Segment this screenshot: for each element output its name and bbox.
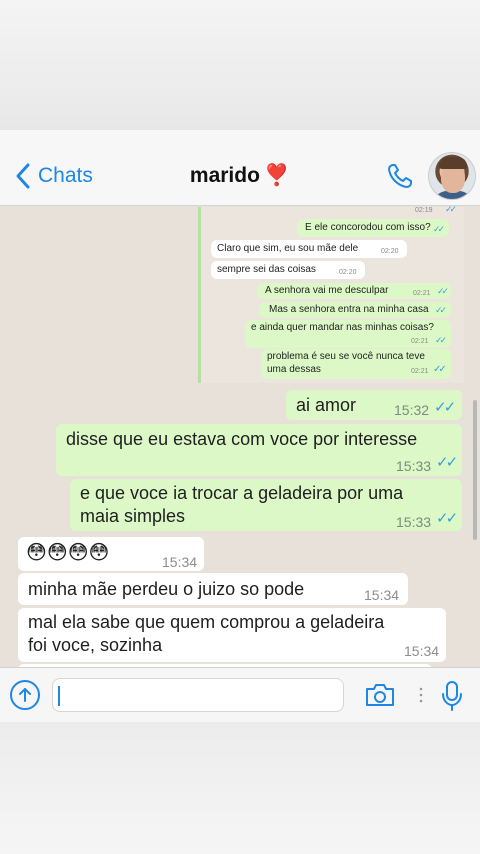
blurred-top-background	[0, 0, 480, 130]
embedded-message-out: A senhora vai me desculpar 02:21 ✓✓	[257, 283, 451, 299]
message-in[interactable]: mal ela sabe que quem comprou a geladeir…	[18, 608, 446, 662]
blurred-bottom-background	[0, 722, 480, 854]
embedded-message-in: sempre sei das coisas 02:20	[211, 261, 365, 279]
message-out[interactable]: ai amor 15:32 ✓✓	[286, 390, 462, 420]
share-arrow-icon[interactable]	[10, 680, 40, 710]
embedded-message-in: Claro que sim, eu sou mãe dele 02:20	[211, 240, 407, 258]
message-out[interactable]: disse que eu estava com voce por interes…	[56, 424, 462, 476]
chat-header: Chats marido ❣️	[0, 130, 480, 206]
double-check-icon: ✓✓	[436, 510, 458, 527]
input-bar	[0, 667, 480, 722]
avatar[interactable]	[428, 152, 476, 200]
camera-icon[interactable]	[364, 682, 396, 708]
double-check-icon: ✓✓	[434, 399, 456, 416]
embedded-message-out: Mas a senhora entra na minha casa ✓✓	[259, 302, 451, 318]
double-check-icon: ✓✓	[436, 454, 458, 471]
message-in[interactable]: minha mãe perdeu o juizo so pode 15:34	[18, 573, 408, 605]
more-dots-icon	[419, 687, 423, 703]
contact-name: marido	[189, 164, 260, 187]
embedded-message-out: problema é seu se você nunca teve uma de…	[261, 349, 451, 379]
scrollbar[interactable]	[473, 400, 477, 540]
message-out[interactable]: e que voce ia trocar a geladeira por uma…	[70, 479, 462, 531]
message-in[interactable]: 😳😳😳😳 15:34	[18, 537, 204, 571]
shared-screenshot: 02:19 ✓✓ E ele concorodou com isso? ✓✓ C…	[198, 204, 464, 383]
text-caret	[58, 686, 60, 706]
embedded-message-out: E ele concorodou com isso? ✓✓	[297, 219, 449, 237]
whatsapp-screen: Chats marido ❣️ 02:19 ✓✓ E ele concorodou…	[0, 130, 480, 722]
phone-icon[interactable]	[386, 162, 414, 190]
microphone-icon[interactable]	[440, 680, 464, 712]
heart-emoji: ❣️	[263, 164, 291, 187]
message-list[interactable]: 02:19 ✓✓ E ele concorodou com isso? ✓✓ C…	[0, 204, 480, 672]
embedded-message-out: e ainda quer mandar nas minhas coisas? 0…	[245, 320, 451, 348]
message-input[interactable]	[52, 678, 344, 712]
message-time-only: 02:19 ✓✓	[415, 204, 457, 214]
